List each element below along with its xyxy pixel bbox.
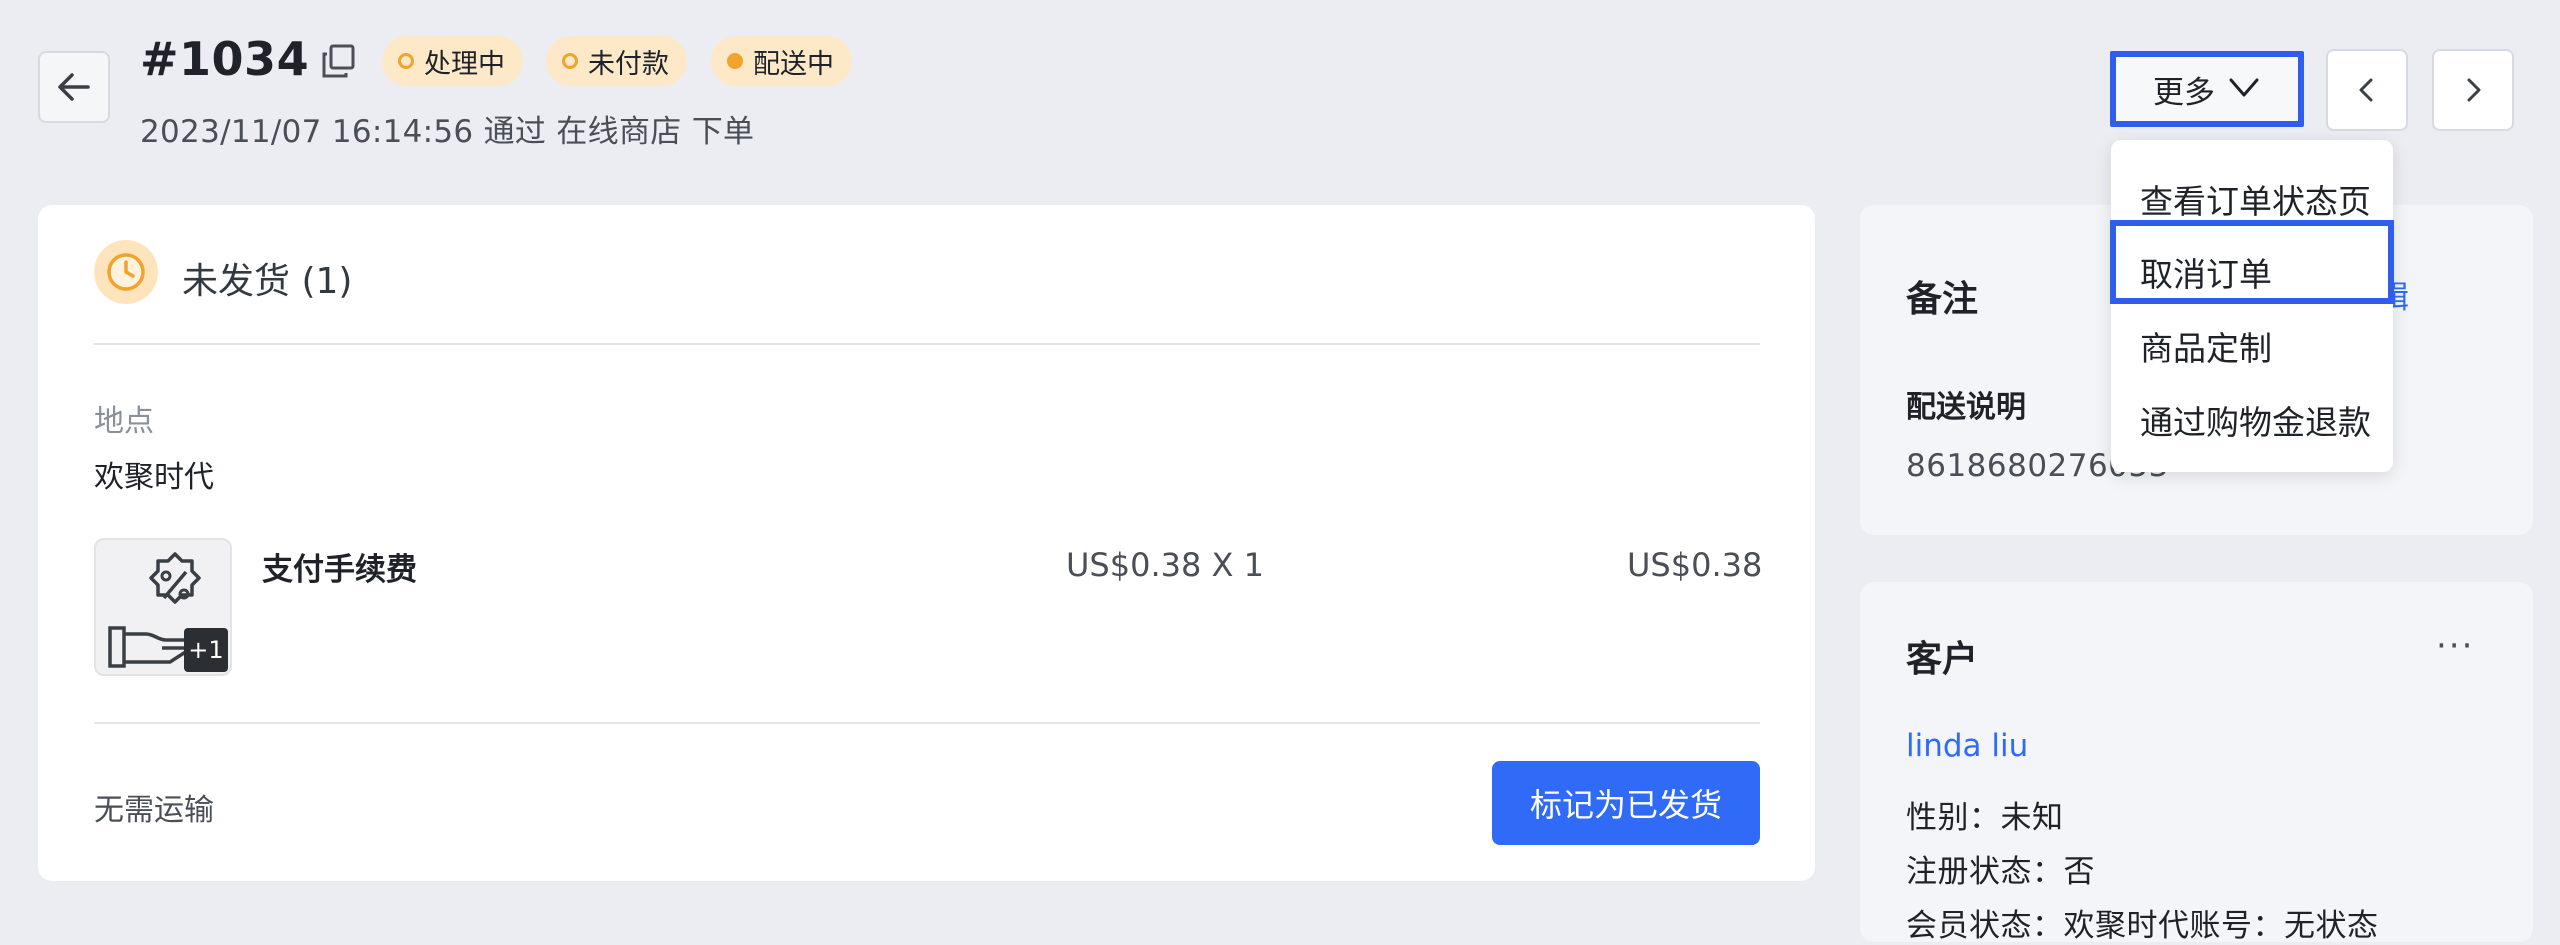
copy-icon[interactable]	[320, 43, 356, 79]
customer-gender: 性别：未知	[1906, 800, 2064, 836]
delivery-instructions-label: 配送说明	[1906, 390, 2026, 425]
menu-item-refund-store-credit[interactable]: 通过购物金退款	[2140, 396, 2371, 444]
previous-order-button[interactable]	[2326, 49, 2408, 131]
status-dot-icon	[398, 53, 414, 69]
back-button[interactable]	[38, 51, 110, 123]
status-badge-unpaid: 未付款	[546, 36, 687, 86]
order-subtitle: 2023/11/07 16:14:56 通过 在线商店 下单	[140, 114, 755, 150]
chevron-down-icon	[2229, 78, 2259, 97]
divider	[94, 343, 1760, 345]
chevron-right-icon	[2467, 78, 2481, 102]
status-dot-icon	[562, 53, 578, 69]
clock-icon	[94, 240, 158, 304]
status-badge-shipping: 配送中	[711, 36, 852, 86]
cancel-order-highlight	[2110, 220, 2394, 304]
line-item-unit-price: US$0.38 X 1	[1066, 546, 1264, 584]
chevron-left-icon	[2359, 78, 2373, 102]
customer-membership: 会员状态：欢聚时代账号：无状态	[1906, 908, 2379, 944]
customer-name-link[interactable]: linda liu	[1906, 728, 2028, 764]
more-options-icon[interactable]: ···	[2436, 626, 2474, 666]
arrow-left-icon	[58, 73, 90, 101]
menu-item-view-status-page[interactable]: 查看订单状态页	[2140, 175, 2371, 223]
more-button[interactable]: 更多	[2110, 51, 2304, 127]
line-item-total: US$0.38	[1627, 546, 1763, 584]
location-value: 欢聚时代	[94, 460, 214, 495]
fulfillment-title: 未发货 (1)	[182, 261, 353, 302]
divider	[94, 722, 1760, 724]
mark-as-shipped-button[interactable]: 标记为已发货	[1492, 761, 1760, 845]
shipping-note: 无需运输	[94, 793, 214, 828]
customer-title: 客户	[1906, 639, 1979, 680]
menu-item-customize-product[interactable]: 商品定制	[2140, 322, 2272, 370]
notes-title: 备注	[1906, 279, 1979, 320]
location-label: 地点	[94, 404, 154, 439]
next-order-button[interactable]	[2432, 49, 2514, 131]
line-item-name[interactable]: 支付手续费	[262, 544, 417, 589]
status-badge-processing: 处理中	[382, 36, 523, 86]
order-number: #1034	[140, 32, 310, 86]
customer-registration: 注册状态：否	[1906, 854, 2095, 890]
extra-items-badge: +1	[184, 628, 228, 672]
status-dot-icon	[727, 53, 743, 69]
